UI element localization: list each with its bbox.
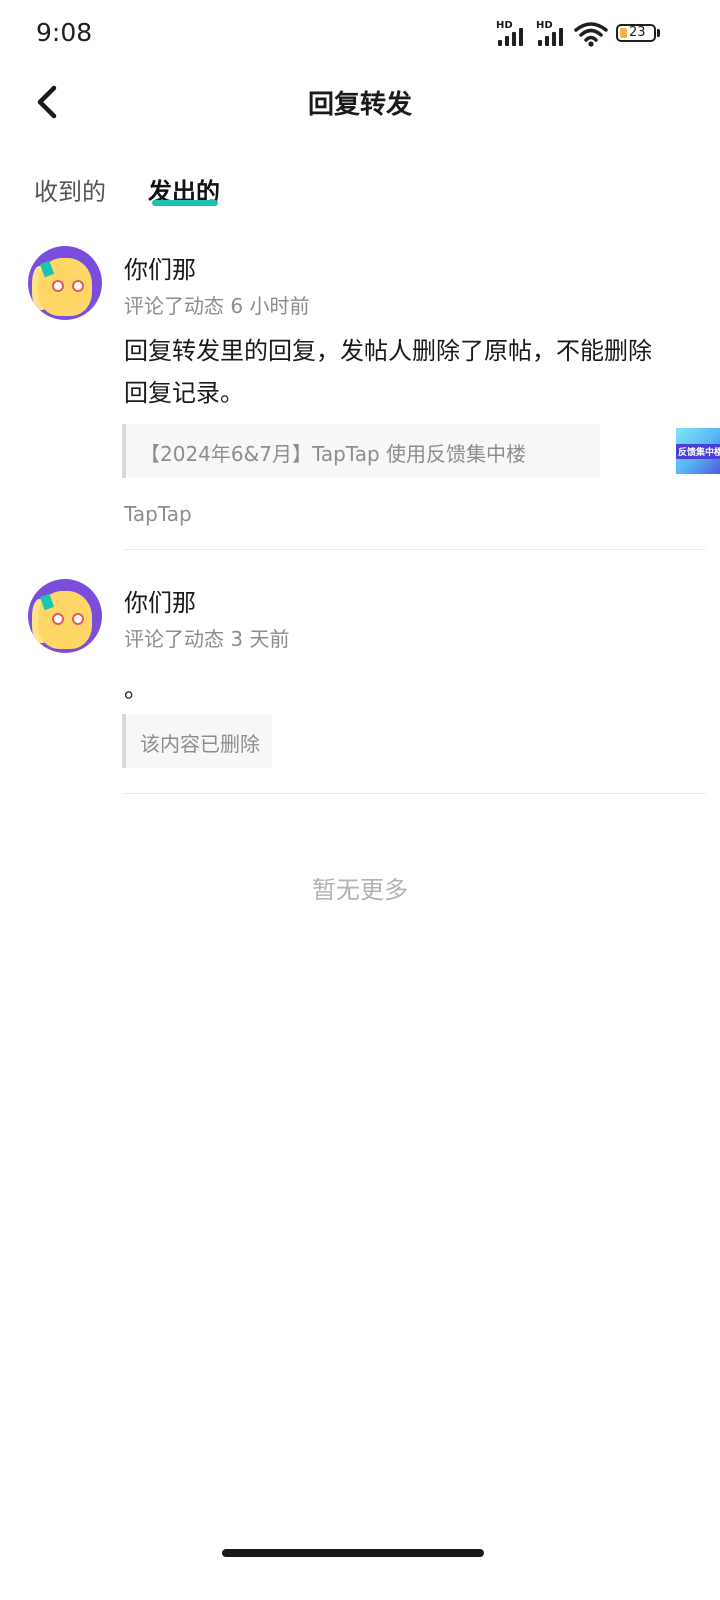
battery-icon: 23: [616, 24, 656, 42]
item-meta: 评论了动态 3 天前: [124, 627, 290, 651]
reply-content[interactable]: 回复转发里的回复，发帖人删除了原帖，不能删除回复记录。: [124, 330, 674, 414]
home-indicator[interactable]: [222, 1549, 484, 1557]
reply-content[interactable]: 。: [124, 668, 674, 710]
status-time: 9:08: [36, 18, 93, 47]
avatar[interactable]: [28, 246, 102, 320]
tab-active-indicator: [152, 200, 218, 206]
no-more-label: 暂无更多: [312, 876, 408, 904]
divider: [124, 793, 706, 794]
quoted-post-title: 【2024年6&7月】TapTap 使用反馈集中楼: [140, 442, 527, 466]
wifi-icon: [574, 22, 608, 47]
post-thumbnail: 反馈集中楼: [676, 428, 720, 474]
divider: [124, 549, 706, 550]
hd-label: HD: [536, 20, 553, 31]
quoted-post[interactable]: 【2024年6&7月】TapTap 使用反馈集中楼 反馈集中楼: [122, 424, 720, 478]
deleted-content-label: 该内容已删除: [140, 732, 260, 756]
signal-icon: HD: [536, 20, 572, 46]
hd-label: HD: [496, 20, 513, 31]
page-title: 回复转发: [307, 90, 412, 120]
source-label[interactable]: TapTap: [124, 502, 192, 526]
signal-icon: HD: [496, 20, 532, 46]
tab-received[interactable]: 收到的: [34, 172, 106, 207]
item-meta: 评论了动态 6 小时前: [124, 294, 310, 318]
user-name[interactable]: 你们那: [124, 583, 196, 618]
user-name[interactable]: 你们那: [124, 250, 196, 285]
avatar[interactable]: [28, 579, 102, 653]
battery-level: 23: [629, 25, 646, 40]
quoted-post[interactable]: 该内容已删除: [122, 714, 272, 768]
thumbnail-text: 反馈集中楼: [676, 444, 720, 459]
battery-cap: [657, 29, 660, 37]
status-bar: 9:08 HD HD 23: [0, 0, 720, 68]
